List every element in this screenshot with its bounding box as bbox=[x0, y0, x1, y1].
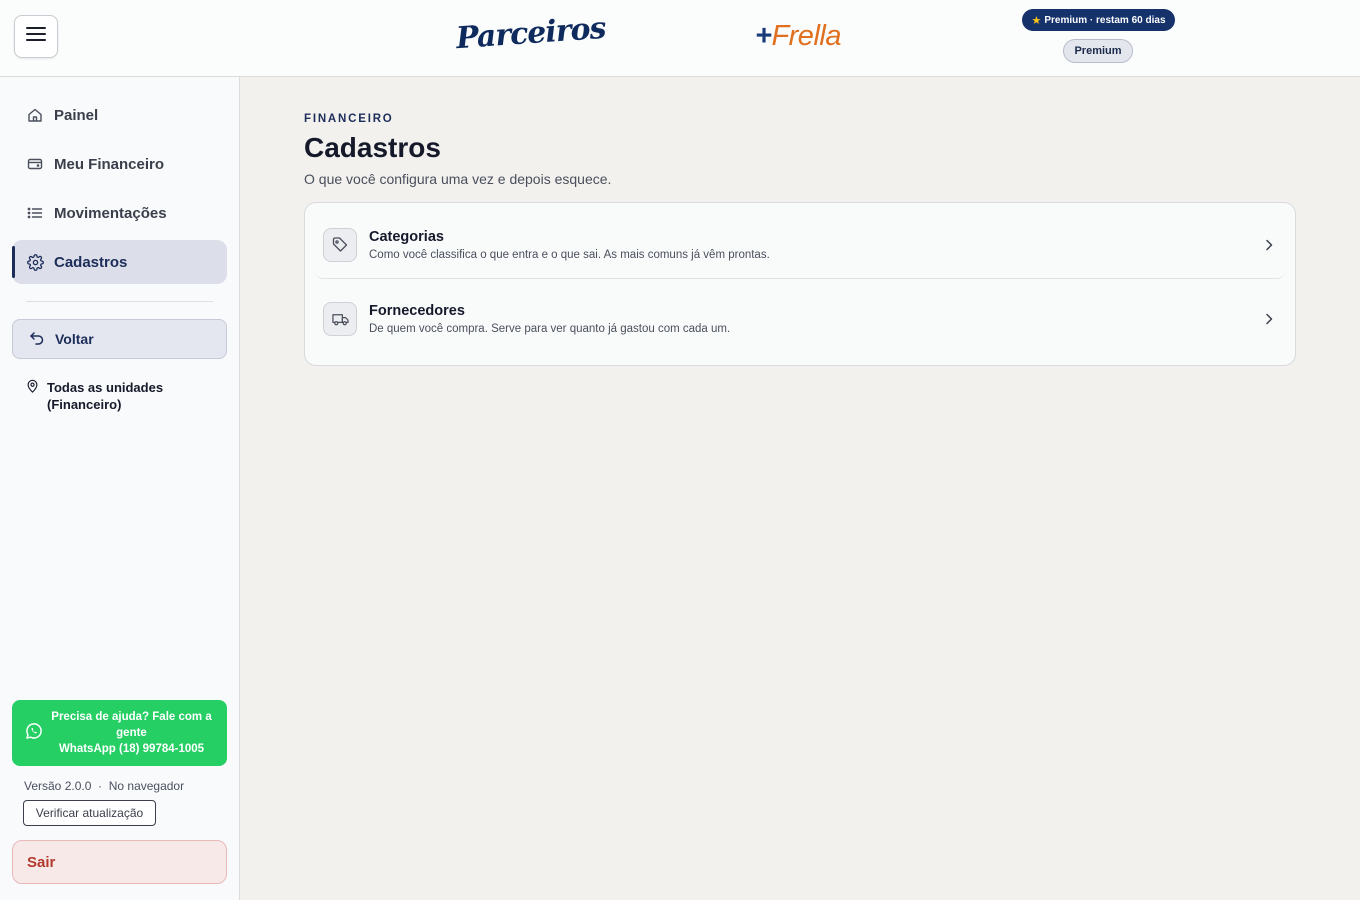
frella-logo-plus: + bbox=[755, 20, 772, 52]
row-description: De quem você compra. Serve para ver quan… bbox=[369, 323, 731, 335]
parceiros-logo: Parceiros bbox=[454, 10, 607, 57]
back-label: Voltar bbox=[55, 331, 94, 347]
back-button[interactable]: Voltar bbox=[12, 319, 227, 359]
row-description: Como você classifica o que entra e o que… bbox=[369, 248, 770, 261]
unit-selector[interactable]: Todas as unidades (Financeiro) bbox=[26, 379, 167, 413]
premium-status-text: Premium · restam 60 dias bbox=[1044, 14, 1166, 26]
sidebar: Painel Meu Financeiro Movimentações Cada… bbox=[0, 77, 240, 900]
logout-button[interactable]: Sair bbox=[12, 840, 227, 884]
frella-logo: +Frella bbox=[755, 19, 841, 53]
premium-status-badge: ★ Premium · restam 60 dias bbox=[1022, 9, 1175, 31]
sidebar-item-label: Cadastros bbox=[54, 253, 128, 271]
unit-label: Todas as unidades (Financeiro) bbox=[47, 380, 164, 412]
row-title: Categorias bbox=[369, 228, 444, 245]
list-item-fornecedores[interactable]: Fornecedores De quem você compra. Serve … bbox=[315, 285, 1285, 353]
top-header: Parceiros +Frella ★ Premium · restam 60 … bbox=[0, 0, 1360, 77]
plan-pill[interactable]: Premium bbox=[1063, 39, 1133, 63]
row-body: Fornecedores De quem você compra. Serve … bbox=[369, 303, 1257, 335]
verify-update-button[interactable]: Verificar atualização bbox=[23, 800, 156, 826]
star-icon: ★ bbox=[1031, 14, 1042, 27]
sidebar-item-label: Meu Financeiro bbox=[54, 155, 165, 173]
page-subtitle: O que você configura uma vez e depois es… bbox=[304, 171, 612, 187]
help-line-2: WhatsApp (18) 99784-1005 bbox=[58, 743, 205, 755]
sidebar-item-label: Movimentações bbox=[54, 204, 167, 222]
row-body: Categorias Como você classifica o que en… bbox=[369, 229, 1257, 261]
list-item-categorias[interactable]: Categorias Como você classifica o que en… bbox=[315, 211, 1285, 279]
tag-icon bbox=[323, 227, 357, 262]
sidebar-item-meu-financeiro[interactable]: Meu Financeiro bbox=[12, 142, 227, 186]
page-title: Cadastros bbox=[304, 132, 441, 163]
menu-button[interactable] bbox=[14, 15, 58, 58]
frella-logo-text: Frella bbox=[771, 20, 841, 52]
map-pin-icon bbox=[26, 379, 39, 413]
help-line-1: Precisa de ajuda? Fale com a gente bbox=[51, 711, 212, 739]
wallet-icon bbox=[26, 155, 44, 173]
row-title: Fornecedores bbox=[369, 303, 465, 319]
sidebar-item-movimentacoes[interactable]: Movimentações bbox=[12, 191, 227, 235]
gear-icon bbox=[26, 253, 44, 271]
home-icon bbox=[26, 106, 44, 124]
undo-arrow-icon bbox=[29, 330, 45, 349]
section-eyebrow: FINANCEIRO bbox=[304, 113, 394, 125]
version-text: Versão 2.0.0 · No navegador bbox=[24, 779, 185, 793]
help-text: Precisa de ajuda? Fale com a gente Whats… bbox=[44, 709, 227, 757]
sidebar-item-label: Painel bbox=[54, 106, 99, 124]
chevron-right-icon bbox=[1257, 307, 1281, 331]
truck-icon bbox=[323, 302, 357, 336]
whatsapp-help-card[interactable]: Precisa de ajuda? Fale com a gente Whats… bbox=[12, 700, 227, 766]
sidebar-divider bbox=[26, 301, 213, 302]
list-icon bbox=[26, 204, 44, 222]
sidebar-item-painel[interactable]: Painel bbox=[12, 93, 227, 137]
chevron-right-icon bbox=[1257, 233, 1281, 257]
sidebar-item-cadastros[interactable]: Cadastros bbox=[12, 240, 227, 284]
registers-card: Categorias Como você classifica o que en… bbox=[304, 202, 1296, 366]
whatsapp-icon bbox=[24, 721, 44, 746]
hamburger-icon bbox=[26, 26, 46, 47]
